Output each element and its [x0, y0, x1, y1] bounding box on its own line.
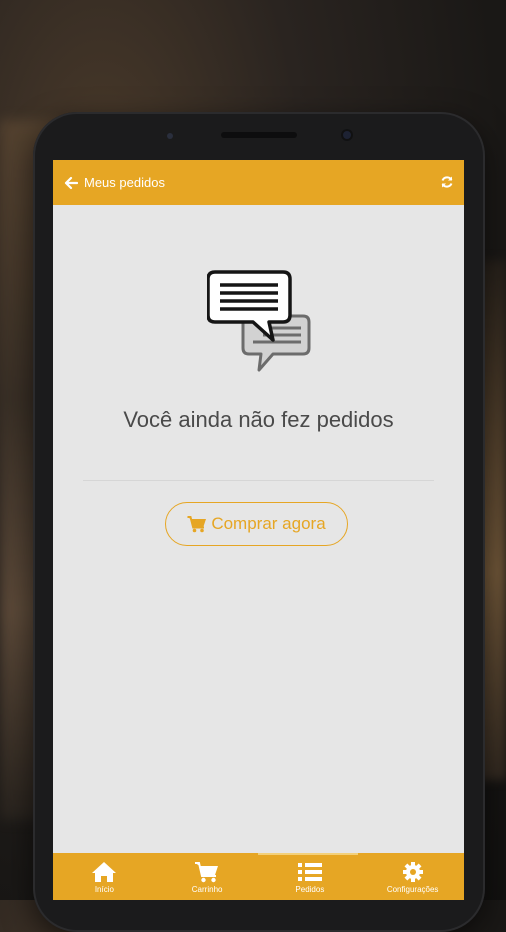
front-camera	[341, 129, 353, 141]
nav-active-indicator	[258, 853, 358, 855]
arrow-left-icon	[64, 176, 78, 189]
chat-bubbles-icon	[207, 270, 311, 372]
divider	[83, 480, 434, 481]
nav-label-home: Início	[94, 885, 114, 894]
page-title: Meus pedidos	[84, 175, 165, 190]
buy-now-button[interactable]: Comprar agora	[165, 502, 348, 546]
cart-icon	[195, 862, 219, 883]
phone-speaker	[221, 132, 297, 138]
nav-item-cart[interactable]: Carrinho	[156, 853, 259, 900]
proximity-sensor	[167, 133, 173, 139]
nav-label-orders: Pedidos	[295, 885, 325, 894]
back-button[interactable]	[60, 172, 82, 194]
nav-item-home[interactable]: Início	[53, 853, 156, 900]
app-bar: Meus pedidos	[53, 160, 464, 205]
buy-now-label: Comprar agora	[211, 514, 326, 533]
gear-icon	[402, 862, 423, 882]
nav-label-cart: Carrinho	[191, 885, 223, 894]
nav-item-settings[interactable]: Configurações	[361, 853, 464, 900]
refresh-button[interactable]	[438, 173, 456, 191]
nav-label-settings: Configurações	[386, 885, 439, 894]
refresh-icon	[441, 176, 453, 188]
empty-state-message: Você ainda não fez pedidos	[123, 407, 394, 432]
nav-item-orders[interactable]: Pedidos	[259, 853, 362, 900]
home-icon	[92, 862, 117, 882]
list-icon	[297, 863, 322, 881]
cart-icon	[187, 516, 207, 533]
bottom-navigation: Início Carrinho Pedidos Configurações	[53, 853, 464, 900]
app-screen: Meus pedidos Você ainda não fez pedidos	[53, 160, 464, 900]
